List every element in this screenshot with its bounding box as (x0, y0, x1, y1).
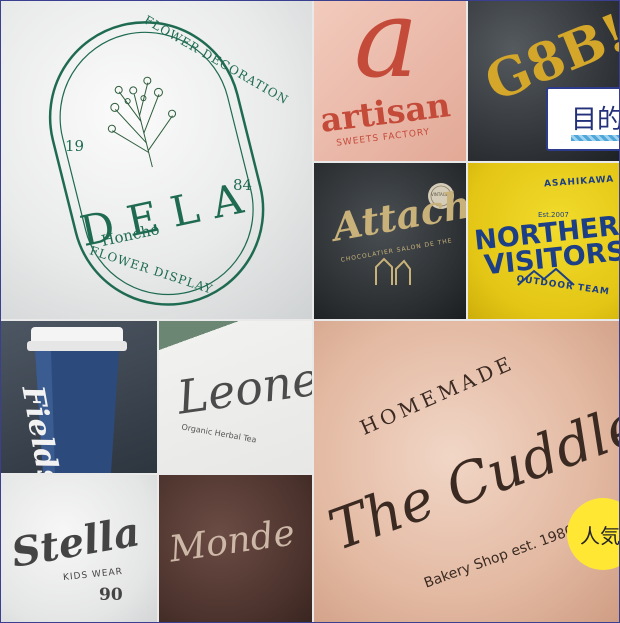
dela-logo-tile: FLOWER DECORATION 19 84 DELA Honcho FLOW… (1, 1, 312, 319)
stella-num: 90 (99, 585, 123, 605)
north-top-text: ASAHIKAWA (543, 174, 615, 190)
artisan-initial: a (354, 1, 419, 102)
stella-script: Stella (7, 508, 144, 577)
monde-logo-tile: Monde (159, 475, 312, 622)
building-icon (375, 257, 411, 285)
monde-script: Monde (166, 512, 298, 571)
dela-year-left: 19 (65, 137, 85, 155)
logo-mockup-collage: FLOWER DECORATION 19 84 DELA Honcho FLOW… (0, 0, 620, 623)
stella-sub: KIDS WEAR (62, 566, 124, 584)
leone-logo-tile: Leone Organic Herbal Tea (159, 321, 312, 473)
japanese-label-card: 目的 (546, 87, 620, 151)
northern-visitors-tile: ASAHIKAWA Est.2007 NORTHERN VISITORS OUT… (468, 163, 619, 319)
flower-illustration-icon (107, 76, 177, 168)
popular-badge-text: 人気 (580, 524, 620, 548)
artisan-logo-tile: a artisan SWEETS FACTORY (314, 1, 466, 161)
leone-script: Leone (173, 351, 312, 425)
cuddle-logo-tile: HOMEMADE The Cuddle Bakery Shop est. 198… (314, 321, 619, 622)
stella-logo-tile: Stella KIDS WEAR 90 (1, 475, 157, 622)
japanese-label-text: 目的 (571, 105, 620, 135)
coffee-cup-tile: Fields (1, 321, 157, 473)
stripe-underline (571, 135, 619, 141)
leone-sub: Organic Herbal Tea (180, 422, 258, 445)
cuddle-arc-text: HOMEMADE (356, 350, 519, 440)
cuddle-sub: Bakery Shop est. 1980 (422, 522, 577, 592)
attach-logo-tile: VINTAGE Attach CHOCOLATIER SALON DE THE (314, 163, 466, 319)
